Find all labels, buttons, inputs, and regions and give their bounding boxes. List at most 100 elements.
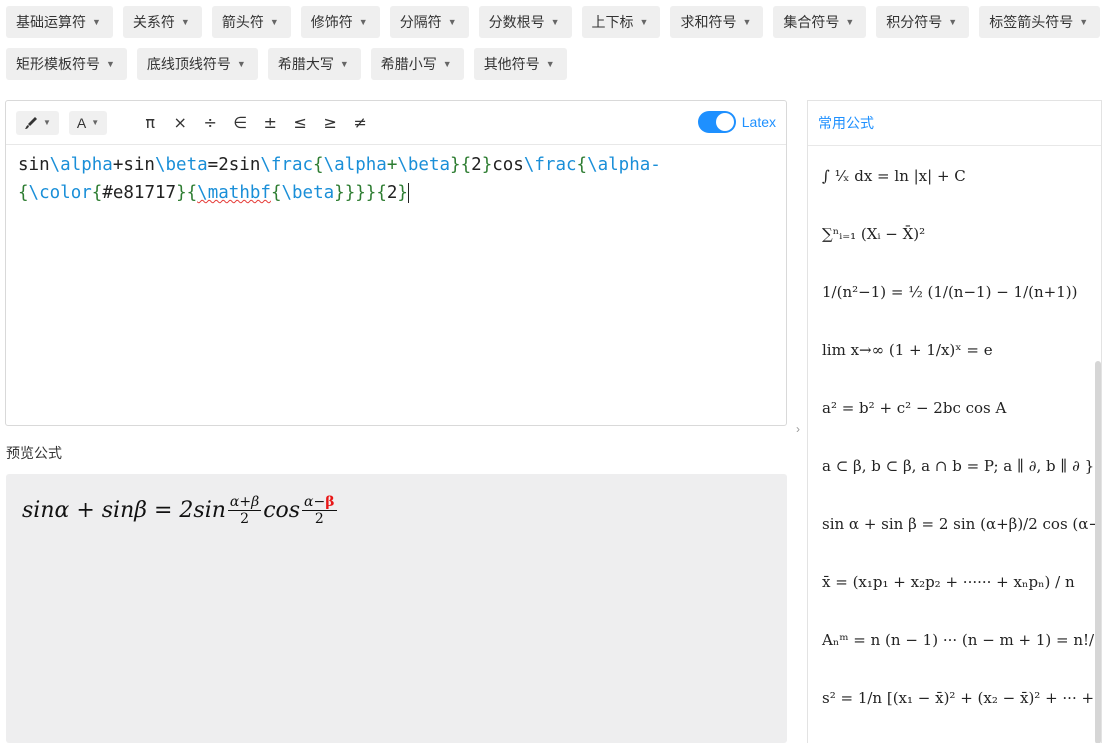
latex-toggle[interactable]: Latex: [697, 111, 776, 133]
code-token: {: [91, 183, 103, 203]
dropdown-label: 矩形模板符号: [16, 56, 100, 72]
chevron-down-icon: ▼: [639, 17, 649, 27]
code-token: }}}}: [334, 183, 377, 203]
fraction: α−β 2: [302, 494, 337, 527]
toolbar-dropdown-4[interactable]: 分隔符 ▼: [389, 6, 469, 38]
formula-item[interactable]: sin α + sin β = 2 sin (α+β)/2 cos (α−β)/…: [808, 495, 1098, 553]
formula-item[interactable]: 1/(n²−1) = ½ (1/(n−1) − 1/(n+1)): [808, 263, 1098, 321]
text-cursor: [407, 183, 409, 203]
latex-editor: ▼ A ▼ π × ÷ ∈ ± ≤ ≥ ≠ Latex sin\alpha+sin\beta=…: [5, 100, 787, 426]
dropdown-label: 修饰符: [310, 14, 353, 30]
toolbar-dropdown-2[interactable]: 箭头符 ▼: [211, 6, 291, 38]
symbol-button[interactable]: ∈: [225, 113, 255, 132]
toolbar-dropdown-9[interactable]: 积分符号 ▼: [876, 6, 970, 38]
brush-icon: [25, 116, 37, 129]
code-token: \frac: [260, 155, 314, 175]
code-token: \alpha: [49, 155, 113, 175]
fraction-numerator: α+β: [227, 494, 262, 511]
toolbar-dropdown-7[interactable]: 求和符号 ▼: [670, 6, 764, 38]
formula-preview: sinα + sinβ = 2sin α+β 2 cos α−β 2: [6, 474, 787, 743]
symbol-button[interactable]: ×: [165, 113, 195, 132]
latex-toggle-label: Latex: [741, 114, 776, 130]
toolbar-dropdown-11[interactable]: 矩形模板符号 ▼: [6, 48, 127, 80]
code-token: =2sin: [207, 155, 261, 175]
numerator-red-part: β: [325, 494, 335, 510]
chevron-down-icon: ▼: [91, 118, 100, 127]
code-token: +: [386, 155, 398, 175]
toolbar-dropdown-12[interactable]: 底线顶线符号 ▼: [136, 48, 258, 80]
chevron-down-icon: ▼: [1079, 17, 1089, 27]
preview-label: 预览公式: [6, 445, 62, 461]
formula-cos: cos: [263, 498, 301, 523]
code-token: sin: [18, 155, 50, 175]
code-token: }: [397, 183, 408, 203]
code-token: }: [450, 155, 461, 175]
symbol-button[interactable]: ≤: [285, 113, 315, 132]
toolbar-dropdown-10[interactable]: 标签箭头符号 ▼: [979, 6, 1101, 38]
chevron-down-icon: ▼: [550, 17, 560, 27]
dropdown-label: 求和符号: [680, 14, 737, 30]
code-token: 2: [386, 183, 398, 203]
code-token: cos: [492, 155, 524, 175]
dropdown-label: 标签箭头符号: [989, 14, 1074, 30]
code-token: {: [313, 155, 324, 175]
formula-item[interactable]: a² = b² + c² − 2bc cos A: [808, 379, 1098, 437]
scrollbar[interactable]: [1095, 361, 1101, 743]
symbol-button[interactable]: ±: [255, 113, 285, 132]
code-token: \beta: [397, 155, 451, 175]
code-token: 2: [471, 155, 482, 175]
code-token: \beta: [281, 183, 335, 203]
formula-item[interactable]: x̄ = (x₁p₁ + x₂p₂ + ······ + xₙpₙ) / n: [808, 553, 1098, 611]
toolbar-dropdown-13[interactable]: 希腊大写 ▼: [267, 48, 361, 80]
dropdown-label: 其他符号: [483, 56, 540, 72]
dropdown-label: 积分符号: [886, 14, 943, 30]
chevron-right-icon[interactable]: ›: [796, 422, 800, 436]
formula-item[interactable]: ∫ ¹⁄ₓ dx = ln |x| + C: [808, 147, 1098, 205]
dropdown-label: 希腊大写: [277, 56, 334, 72]
toolbar-dropdown-6[interactable]: 上下标 ▼: [581, 6, 661, 38]
formula-item[interactable]: Aₙᵐ = n (n − 1) ··· (n − m + 1) = n!/(n …: [808, 611, 1098, 669]
chevron-down-icon: ▼: [43, 118, 51, 127]
code-token: {: [270, 183, 282, 203]
editor-toolbar: ▼ A ▼ π × ÷ ∈ ± ≤ ≥ ≠ Latex: [6, 101, 786, 145]
symbol-button[interactable]: π: [135, 113, 165, 132]
font-icon: A: [76, 114, 87, 131]
brush-color-button[interactable]: ▼: [16, 110, 59, 135]
toolbar-dropdown-5[interactable]: 分数根号 ▼: [478, 6, 572, 38]
code-token: }: [176, 183, 187, 203]
toolbar-dropdown-1[interactable]: 关系符 ▼: [122, 6, 202, 38]
toolbar-dropdown-3[interactable]: 修饰符 ▼: [300, 6, 380, 38]
code-token: \alpha: [587, 155, 651, 175]
toolbar-dropdown-14[interactable]: 希腊小写 ▼: [370, 48, 464, 80]
toolbar-dropdown-0[interactable]: 基础运算符 ▼: [6, 6, 113, 38]
formula-list: ∫ ¹⁄ₓ dx = ln |x| + C ∑ⁿᵢ₌₁ (Xᵢ − X̄)² 1/(…: [808, 147, 1098, 727]
code-token: {: [376, 183, 387, 203]
numerator-part: α−: [304, 494, 326, 510]
chevron-down-icon: ▼: [545, 59, 555, 69]
formula-item[interactable]: a ⊂ β, b ⊂ β, a ∩ b = P; a ∥ ∂, b ∥ ∂ } …: [808, 437, 1098, 495]
font-button[interactable]: A ▼: [68, 110, 108, 135]
code-token: \beta: [154, 155, 208, 175]
chevron-down-icon: ▼: [236, 59, 246, 69]
toolbar-dropdown-15[interactable]: 其他符号 ▼: [473, 48, 567, 80]
symbol-button[interactable]: ≠: [345, 113, 375, 132]
code-token: \frac: [523, 155, 577, 175]
dropdown-label: 上下标: [591, 14, 634, 30]
formula-item[interactable]: s² = 1/n [(x₁ − x̄)² + (x₂ − x̄)² + ··· …: [808, 669, 1098, 727]
code-token: -: [650, 155, 661, 175]
formula-item[interactable]: ∑ⁿᵢ₌₁ (Xᵢ − X̄)²: [808, 205, 1098, 263]
dropdown-label: 基础运算符: [16, 14, 86, 30]
formula-item[interactable]: lim x→∞ (1 + 1/x)ˣ = e: [808, 321, 1098, 379]
chevron-down-icon: ▼: [269, 17, 279, 27]
latex-switch[interactable]: [697, 111, 736, 133]
symbol-button[interactable]: ≥: [315, 113, 345, 132]
symbol-button[interactable]: ÷: [195, 113, 225, 132]
dropdown-label: 底线顶线符号: [146, 56, 231, 72]
chevron-down-icon: ▼: [742, 17, 752, 27]
dropdown-label: 箭头符: [221, 14, 264, 30]
code-token: +sin: [112, 155, 155, 175]
toolbar-dropdown-8[interactable]: 集合符号 ▼: [773, 6, 867, 38]
code-token: \mathbf: [197, 183, 271, 203]
latex-code-input[interactable]: sin\alpha+sin\beta=2sin\frac{\alpha+\bet…: [6, 145, 786, 213]
chevron-down-icon: ▼: [358, 17, 368, 27]
